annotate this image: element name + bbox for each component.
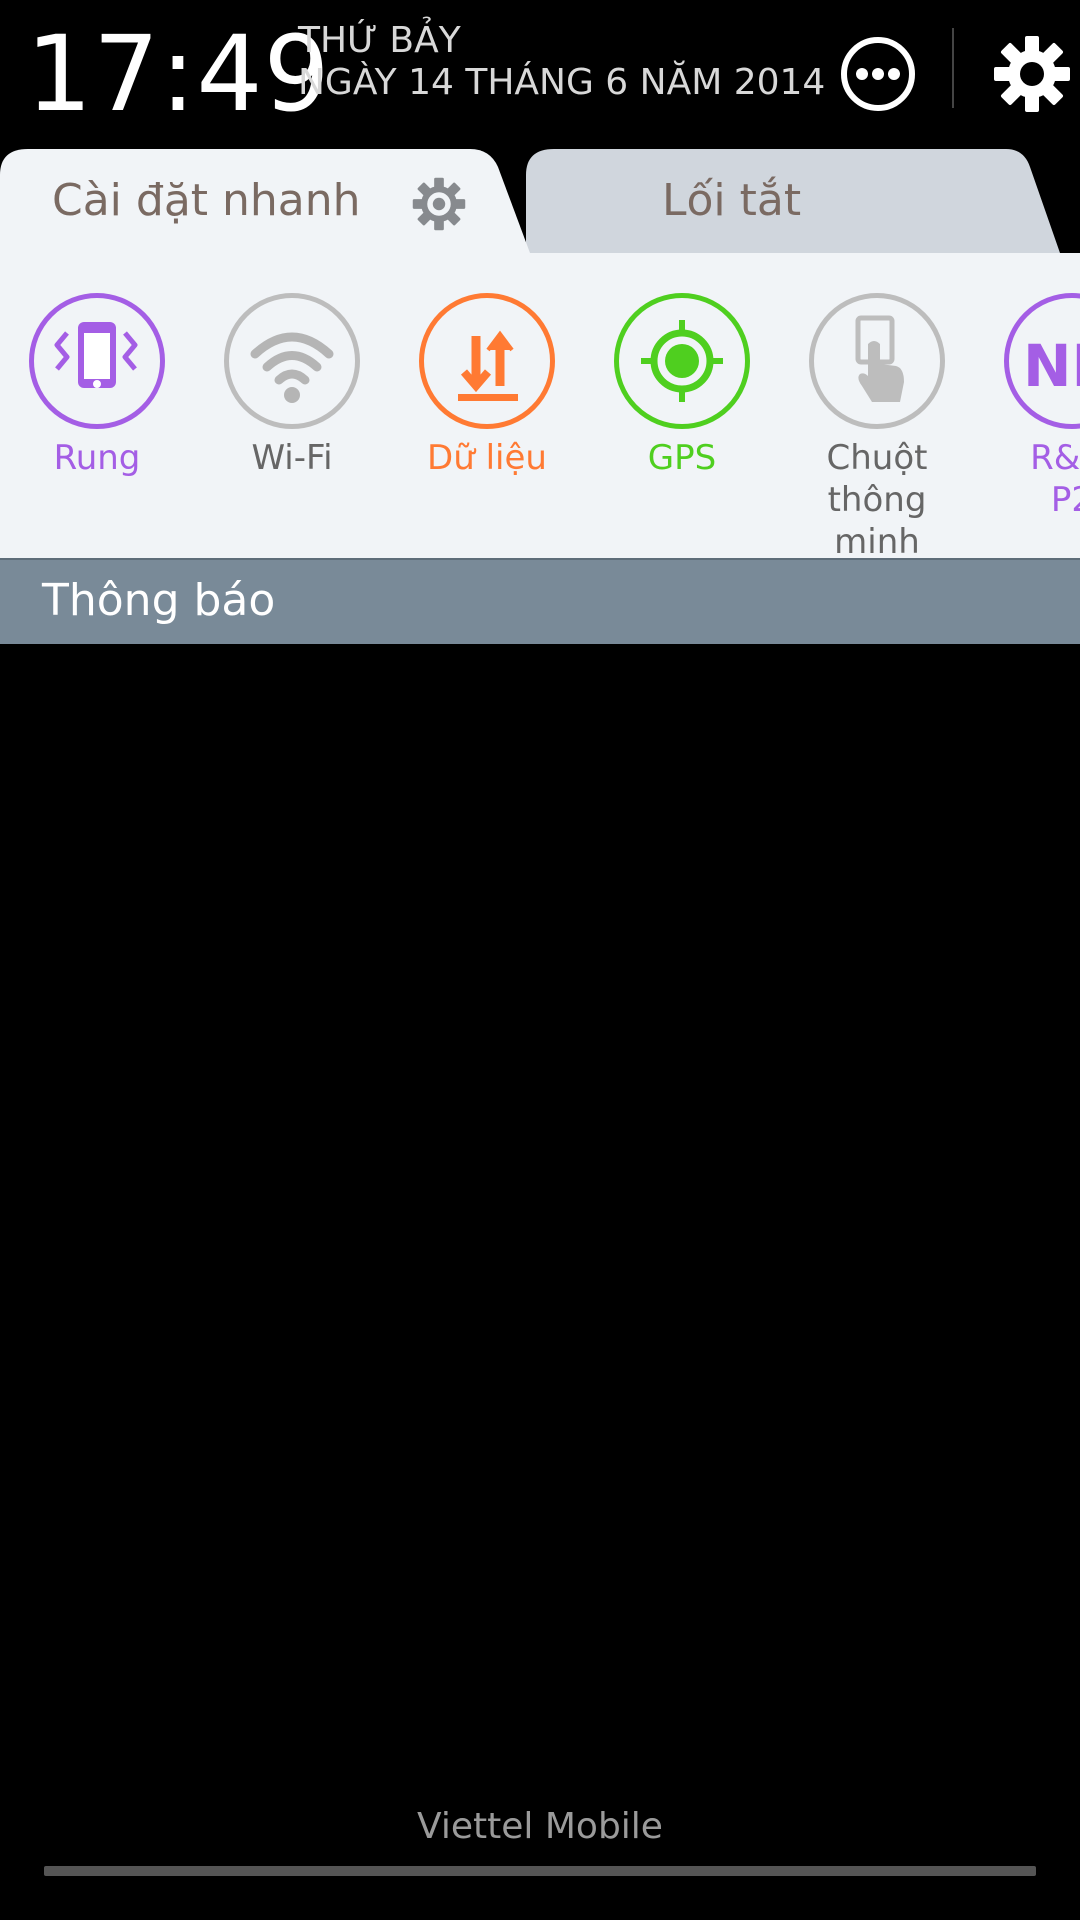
- nfc-icon-text: NFC: [1023, 332, 1080, 400]
- toggle-nfc-label: R&W P2: [977, 437, 1080, 521]
- full-date: NGÀY 14 THÁNG 6 NĂM 2014: [298, 62, 826, 103]
- toggle-wifi[interactable]: Wi-Fi: [197, 293, 387, 479]
- tab-quick-settings-label: Cài đặt nhanh: [52, 175, 361, 226]
- toggle-nfc-label-line2: P2: [1050, 480, 1080, 520]
- toggle-wifi-label: Wi-Fi: [251, 438, 333, 478]
- notifications-list: [0, 644, 1080, 1784]
- tab-shortcuts-label: Lối tắt: [662, 175, 802, 226]
- quick-settings-panel: Rung Wi-Fi Dữ liệu GPS Chuột thông minh …: [0, 253, 1080, 562]
- tab-quick-settings[interactable]: Cài đặt nhanh: [0, 147, 536, 253]
- toggle-smart-touch-label: Chuột thông minh: [782, 437, 972, 563]
- header-divider: [952, 28, 954, 108]
- nfc-icon: NFC: [1004, 293, 1080, 429]
- toggle-smart-touch-label-line2: minh: [834, 522, 920, 562]
- day-of-week: THỨ BẢY: [298, 20, 461, 61]
- toggle-smart-touch[interactable]: Chuột thông minh: [782, 293, 972, 563]
- gear-icon: [994, 36, 1070, 112]
- quick-settings-gear-icon[interactable]: [410, 175, 468, 233]
- date-block: THỨ BẢY NGÀY 14 THÁNG 6 NĂM 2014: [298, 20, 825, 104]
- panel-drag-handle[interactable]: [44, 1866, 1036, 1876]
- status-header: 17:49 THỨ BẢY NGÀY 14 THÁNG 6 NĂM 2014: [0, 0, 1080, 148]
- toggle-nfc[interactable]: NFC R&W P2: [977, 293, 1080, 521]
- settings-button[interactable]: [990, 32, 1074, 116]
- toggle-mobile-data[interactable]: Dữ liệu: [392, 293, 582, 479]
- toggle-vibrate-label: Rung: [53, 438, 141, 478]
- gps-icon: [614, 293, 750, 429]
- toggle-smart-touch-label-line1: Chuột thông: [826, 438, 928, 520]
- toggle-nfc-clip: NFC R&W P2: [977, 253, 1080, 558]
- clock: 17:49: [26, 13, 331, 135]
- tab-shortcuts[interactable]: Lối tắt: [526, 147, 1062, 253]
- smart-touch-icon: [809, 293, 945, 429]
- more-dots-icon: [841, 37, 915, 111]
- wifi-icon: [224, 293, 360, 429]
- more-options-button[interactable]: [838, 34, 918, 114]
- data-transfer-icon: [419, 293, 555, 429]
- toggle-vibrate[interactable]: Rung: [2, 293, 192, 479]
- notifications-title: Thông báo: [42, 575, 276, 626]
- carrier-label: Viettel Mobile: [417, 1806, 663, 1847]
- toggle-mobile-data-label: Dữ liệu: [427, 438, 547, 478]
- toggle-gps-label: GPS: [647, 438, 717, 478]
- toggle-gps[interactable]: GPS: [587, 293, 777, 479]
- notifications-header: Thông báo: [0, 558, 1080, 644]
- vibrate-icon: [29, 293, 165, 429]
- toggle-nfc-label-line1: R&W: [1030, 438, 1080, 478]
